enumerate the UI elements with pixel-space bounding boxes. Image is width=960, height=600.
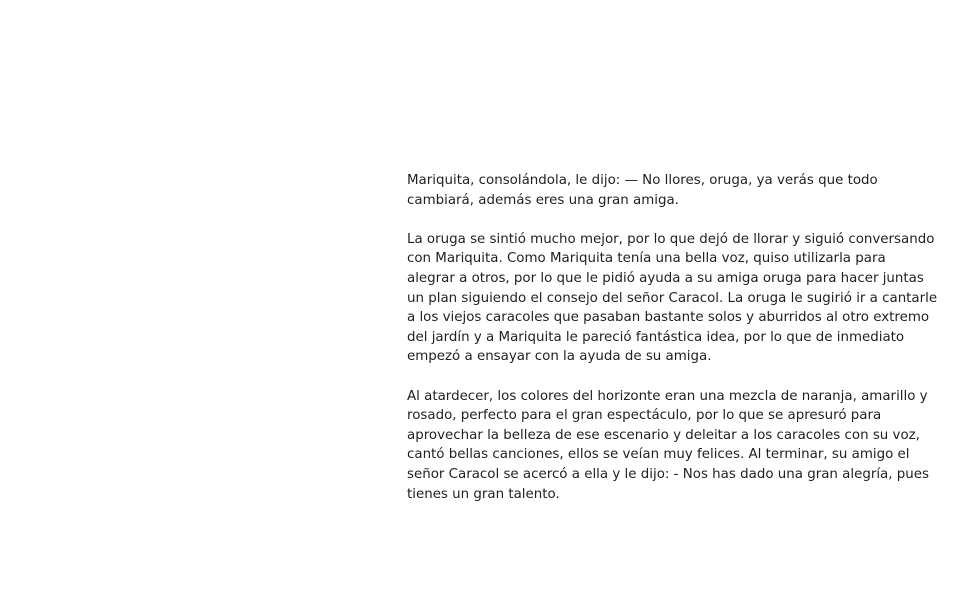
text-line: tienes un gran talento. [407,486,560,502]
text-line: aprovechar la belleza de ese escenario y… [407,427,920,443]
story-text: Mariquita, consolándola, le dijo: — No l… [407,171,938,524]
story-page: Mariquita, consolándola, le dijo: — No l… [0,0,960,600]
paragraph-2: La oruga se sintió mucho mejor, por lo q… [407,230,938,367]
text-line: cambiará, además eres una gran amiga. [407,192,679,208]
text-line: Mariquita, consolándola, le dijo: — No l… [407,173,878,188]
text-line: señor Caracol se acercó a ella y le dijo… [407,466,929,482]
text-line: con Mariquita. Como Mariquita tenía una … [407,251,886,267]
text-line: empezó a ensayar con la ayuda de su amig… [407,349,712,365]
paragraph-1: Mariquita, consolándola, le dijo: — No l… [407,171,921,210]
text-line: rosado, perfecto para el gran espectácul… [407,408,882,424]
text-line: cantó bellas canciones, ellos se veían m… [407,447,910,463]
text-line: del jardín y a Mariquita le pareció fant… [407,329,905,345]
text-line: Al atardecer, los colores del horizonte … [407,388,928,404]
text-line: La oruga se sintió mucho mejor, por lo q… [407,231,935,247]
text-line: alegrar a otros, por lo que le pidió ayu… [407,270,924,286]
paragraph-3: Al atardecer, los colores del horizonte … [407,387,929,505]
text-line: un plan siguiendo el consejo del señor C… [407,290,938,306]
text-line: a los viejos caracoles que pasaban basta… [407,310,930,326]
